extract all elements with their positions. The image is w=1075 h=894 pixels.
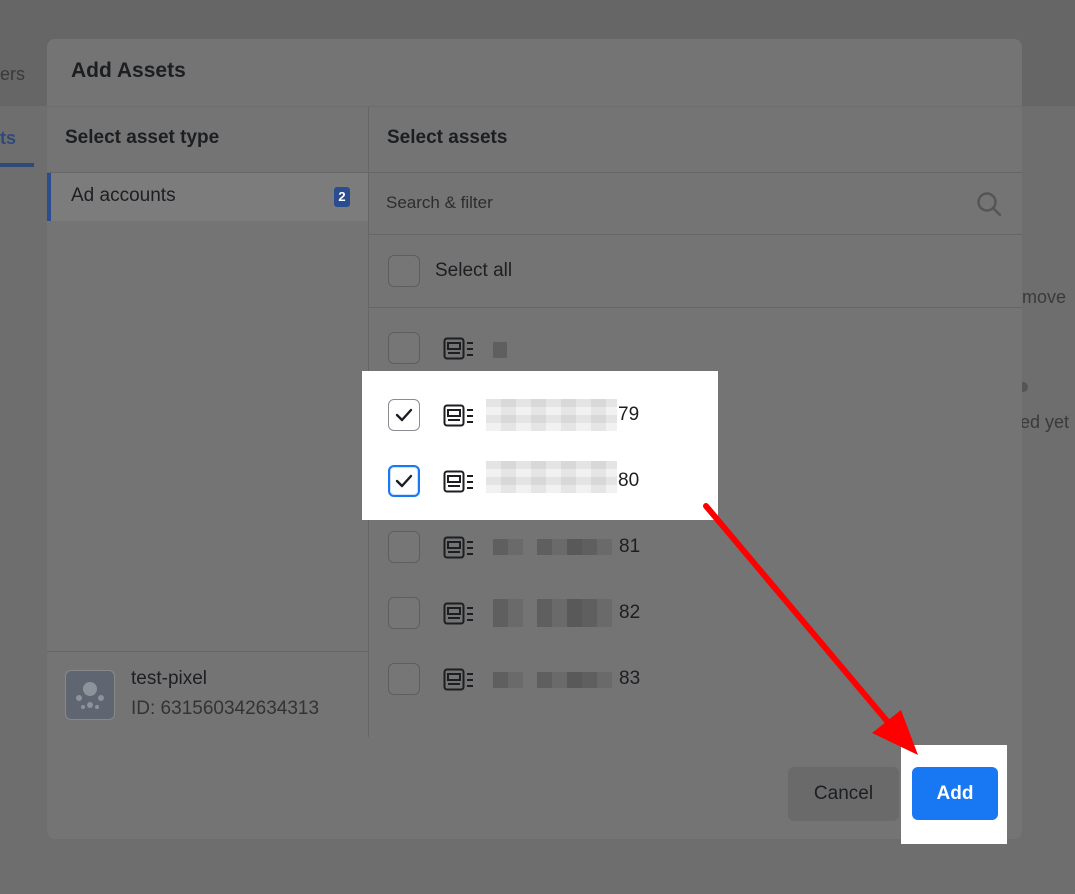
arrow-annotation [703, 503, 918, 755]
